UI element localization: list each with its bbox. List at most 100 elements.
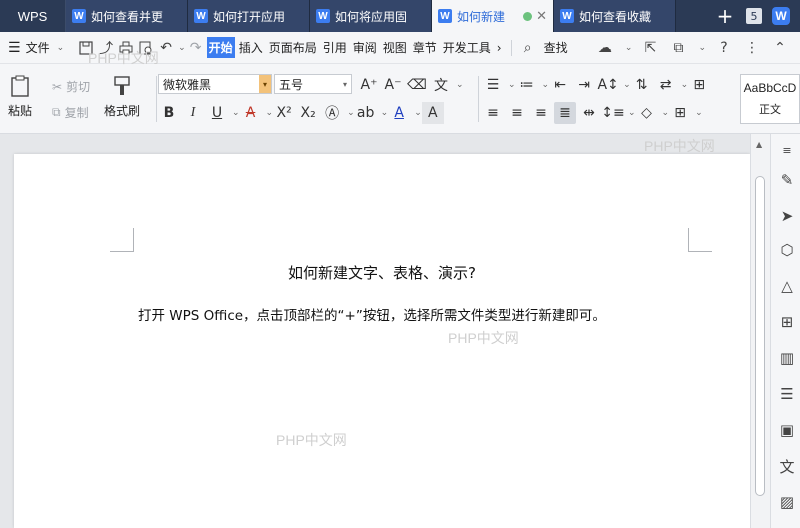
align-right-icon[interactable]: ≡ [530, 102, 552, 124]
paste-button[interactable]: 粘贴 [8, 74, 32, 119]
italic-icon[interactable]: I [182, 102, 204, 124]
help-icon[interactable]: ? [714, 38, 734, 58]
doc-tab-3[interactable]: W 如何将应用固 [310, 0, 432, 32]
shapes-icon[interactable]: ⬡ [777, 240, 797, 260]
chart-icon[interactable]: ▥ [777, 348, 797, 368]
font-size-select[interactable]: 五号 ▾ [274, 74, 352, 94]
document-page[interactable]: 如何新建文字、表格、演示? 打开 WPS Office，点击顶部栏的“+”按钮，… [14, 154, 750, 528]
justify-icon[interactable]: ≣ [554, 102, 576, 124]
more-options-icon[interactable]: ⋮ [742, 38, 762, 58]
tab-developer[interactable]: 开发工具 [441, 37, 493, 58]
font-color-icon[interactable]: A [388, 102, 410, 124]
document-workspace[interactable]: 如何新建文字、表格、演示? 打开 WPS Office，点击顶部栏的“+”按钮，… [0, 134, 770, 528]
doc-tab-2[interactable]: W 如何打开应用 [188, 0, 310, 32]
chevron-down-icon[interactable]: ⌄ [662, 108, 670, 118]
document-heading[interactable]: 如何新建文字、表格、演示? [14, 262, 750, 283]
text-effect-icon[interactable]: Ⓐ [321, 102, 343, 124]
bold-icon[interactable]: B [158, 102, 180, 124]
collapse-ribbon-icon[interactable]: ⌃ [770, 38, 790, 58]
cut-button[interactable]: ✂ 剪切 [52, 78, 90, 95]
copy-button[interactable]: ⧉ 复制 [52, 104, 89, 121]
close-tab-icon[interactable]: ✕ [536, 9, 547, 24]
table-borders-icon[interactable]: ⊞ [688, 74, 710, 96]
document-paragraph[interactable]: 打开 WPS Office，点击顶部栏的“+”按钮，选择所需文件类型进行新建即可… [138, 304, 606, 324]
align-left-icon[interactable]: ≡ [482, 102, 504, 124]
tab-view[interactable]: 视图 [381, 37, 409, 58]
character-shading-icon[interactable]: A [421, 102, 444, 124]
vertical-scrollbar[interactable]: ▲ [750, 134, 770, 528]
text-direction-icon[interactable]: A↕ [597, 74, 619, 96]
scroll-thumb[interactable] [755, 176, 765, 496]
apps-grid-icon[interactable]: ⊞ [777, 312, 797, 332]
tab-home[interactable]: 开始 [206, 37, 235, 58]
doc-tab-1[interactable]: W 如何查看并更 [66, 0, 188, 32]
file-menu[interactable]: ☰ 文件 ⌄ [8, 39, 64, 56]
fill-icon[interactable]: △ [777, 276, 797, 296]
translate-icon[interactable]: 文 [777, 456, 797, 476]
chevron-down-icon[interactable]: ⌄ [695, 108, 703, 118]
chevron-down-icon[interactable]: ⌄ [178, 43, 186, 53]
decrease-indent-icon[interactable]: ⇤ [549, 74, 571, 96]
image-icon[interactable]: ▣ [777, 420, 797, 440]
chevron-down-icon[interactable]: ⌄ [508, 80, 516, 90]
picture-icon[interactable]: ▨ [777, 492, 797, 512]
chevron-down-icon[interactable]: ⌄ [628, 108, 636, 118]
strikethrough-icon[interactable]: A [240, 102, 262, 124]
search-button[interactable]: ⌕ 查找 [518, 38, 568, 58]
collaborate-icon[interactable]: ⧉ [668, 38, 688, 58]
superscript-icon[interactable]: X² [273, 102, 295, 124]
cloud-sync-icon[interactable]: ☁ [595, 38, 615, 58]
chevron-down-icon[interactable]: ⌄ [542, 80, 550, 90]
border-icon[interactable]: ⊞ [669, 102, 691, 124]
clear-format-icon[interactable]: ⌫ [406, 74, 428, 96]
select-cursor-icon[interactable]: ➤ [777, 206, 797, 226]
shrink-font-icon[interactable]: A⁻ [382, 74, 404, 96]
pen-icon[interactable]: ✎ [777, 170, 797, 190]
font-name-select[interactable]: 微软雅黑 ▾ [158, 74, 272, 94]
chevron-down-icon[interactable]: ⌄ [698, 43, 706, 53]
chevron-down-icon[interactable]: ⌄ [625, 43, 633, 53]
tab-page-layout[interactable]: 页面布局 [267, 37, 319, 58]
collapse-panel-icon[interactable]: ≡ [777, 140, 797, 160]
share-icon[interactable]: ⇱ [640, 38, 660, 58]
style-normal[interactable]: AaBbCcD 正文 [740, 74, 800, 124]
highlight-icon[interactable]: ab [355, 102, 377, 124]
tab-insert[interactable]: 插入 [237, 37, 265, 58]
show-marks-icon[interactable]: ⇄ [655, 74, 677, 96]
tab-references[interactable]: 引用 [321, 37, 349, 58]
doc-tab-5[interactable]: W 如何查看收藏 [554, 0, 676, 32]
chevron-down-icon[interactable]: ⌄ [232, 108, 240, 118]
scroll-up-icon[interactable]: ▲ [756, 140, 762, 149]
chevron-down-icon[interactable]: ⌄ [347, 108, 355, 118]
chevron-down-icon[interactable]: ⌄ [681, 80, 689, 90]
new-tab-plus-icon[interactable]: + [714, 6, 736, 26]
subscript-icon[interactable]: X₂ [297, 102, 319, 124]
phonetic-guide-icon[interactable]: 文 [430, 74, 452, 96]
chevron-down-icon[interactable]: ⌄ [414, 108, 422, 118]
tab-review[interactable]: 审阅 [351, 37, 379, 58]
numbered-list-icon[interactable]: ≔ [516, 74, 538, 96]
grow-font-icon[interactable]: A⁺ [358, 74, 380, 96]
settings-sliders-icon[interactable]: ☰ [777, 384, 797, 404]
chevron-down-icon[interactable]: ⌄ [266, 108, 274, 118]
increase-indent-icon[interactable]: ⇥ [573, 74, 595, 96]
chevron-down-icon[interactable]: ⌄ [623, 80, 631, 90]
format-painter-button[interactable]: 格式刷 [104, 74, 140, 119]
underline-icon[interactable]: U [206, 102, 228, 124]
tab-count-badge[interactable]: 5 [746, 8, 762, 24]
wps-account-icon[interactable]: W [772, 7, 790, 25]
bullet-list-icon[interactable]: ☰ [482, 74, 504, 96]
shading-fill-icon[interactable]: ◇ [636, 102, 658, 124]
tab-chapter[interactable]: 章节 [411, 37, 439, 58]
align-center-icon[interactable]: ≡ [506, 102, 528, 124]
wps-home-tab[interactable]: WPS [0, 0, 66, 32]
undo-icon[interactable]: ↶ [156, 38, 176, 58]
doc-tab-4-active[interactable]: W 如何新建 ✕ [432, 0, 554, 32]
redo-icon[interactable]: ↷ [186, 38, 206, 58]
chevron-down-icon[interactable]: ⌄ [381, 108, 389, 118]
chevron-down-icon[interactable]: ⌄ [456, 80, 464, 90]
sort-icon[interactable]: ⇅ [631, 74, 653, 96]
more-tabs-button[interactable]: › [495, 39, 504, 57]
line-spacing-icon[interactable]: ↕≡ [601, 102, 624, 124]
distributed-align-icon[interactable]: ⇹ [578, 102, 600, 124]
